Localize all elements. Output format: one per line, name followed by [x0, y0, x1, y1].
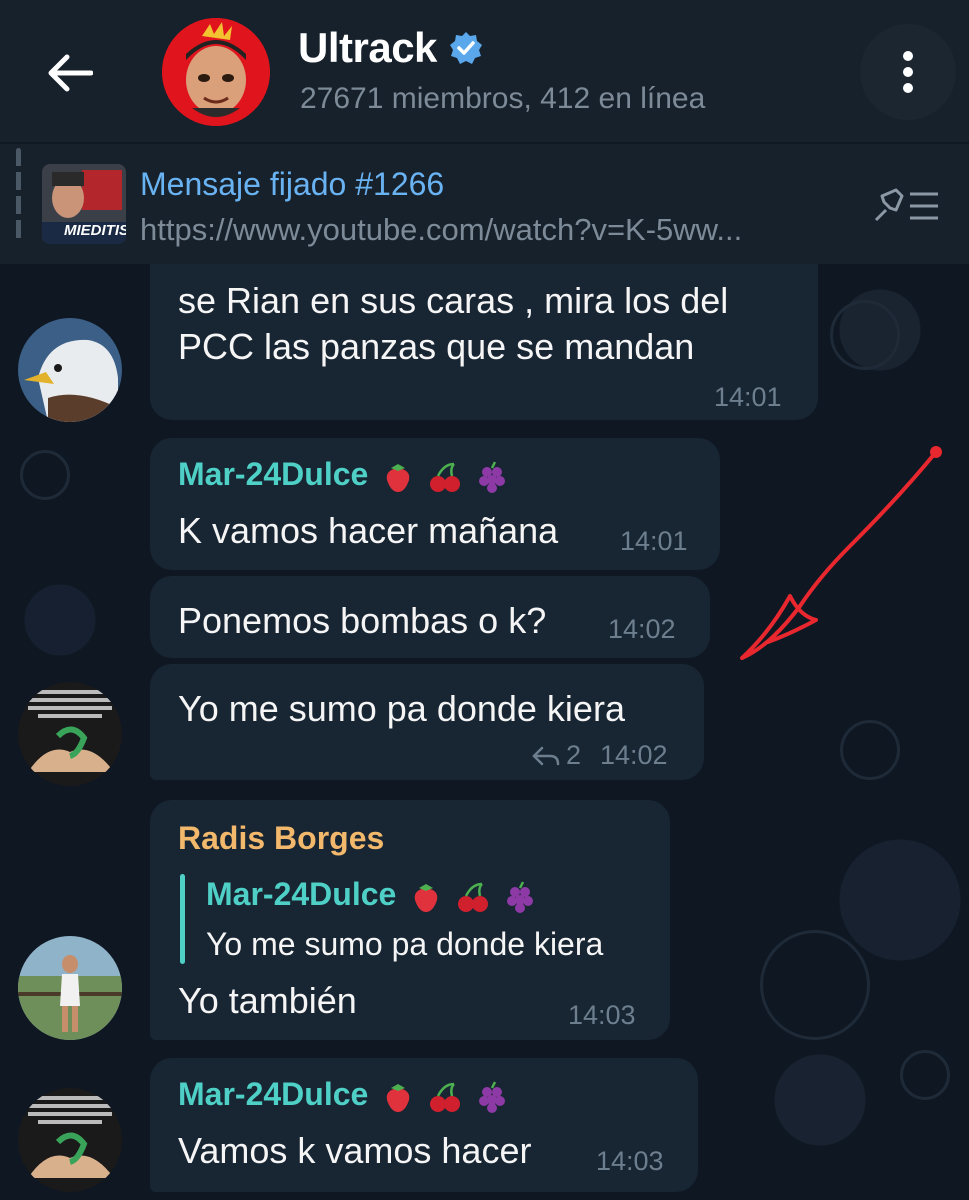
grapes-icon — [506, 880, 533, 913]
message-time: 14:03 — [568, 1000, 636, 1030]
message-time: 14:02 — [608, 614, 676, 644]
back-button[interactable] — [30, 38, 110, 108]
sender-name[interactable]: Radis Borges — [178, 820, 384, 857]
pinned-thumbnail-label: MIEDITIS — [64, 222, 126, 239]
sender-name[interactable]: Mar-24Dulce — [178, 456, 509, 494]
message-time: 14:02 — [600, 740, 668, 770]
more-options-button[interactable] — [860, 24, 956, 120]
message-text: K vamos hacer mañana — [178, 510, 559, 551]
strawberry-icon — [386, 1083, 410, 1112]
message-time: 14:01 — [714, 382, 782, 412]
avatar[interactable] — [18, 1088, 122, 1192]
cherries-icon — [430, 1082, 461, 1112]
channel-avatar[interactable] — [162, 18, 270, 126]
message-text: Vamos k vamos hacer — [178, 1130, 532, 1171]
pinned-url: https://www.youtube.com/watch?v=K-5ww... — [140, 212, 743, 247]
verified-badge-icon — [449, 32, 482, 64]
message-text: se Rian en sus caras , mira los del — [178, 280, 729, 321]
message-time: 14:03 — [596, 1146, 664, 1176]
chat-title[interactable]: Ultrack — [298, 24, 483, 72]
grapes-icon — [478, 460, 505, 493]
back-arrow-icon — [48, 54, 93, 92]
pinned-title: Mensaje fijado #1266 — [140, 166, 445, 202]
chat-title-text: Ultrack — [298, 24, 437, 71]
avatar[interactable] — [18, 936, 122, 1040]
chat-subtitle: 27671 miembros, 412 en línea — [300, 82, 706, 115]
message-text: Yo también — [178, 980, 357, 1021]
strawberry-icon — [414, 883, 438, 912]
cherries-icon — [458, 882, 489, 912]
strawberry-icon — [386, 463, 410, 492]
more-vert-icon — [903, 51, 913, 93]
reply-count[interactable]: 2 — [532, 740, 581, 771]
reply-quote-bar — [180, 874, 185, 964]
annotation-arrow-icon — [740, 446, 942, 660]
reply-sender-name[interactable]: Mar-24Dulce — [206, 876, 537, 914]
avatar[interactable] — [18, 682, 122, 786]
pinned-thumbnail: MIEDITIS — [42, 164, 126, 244]
avatar[interactable] — [18, 318, 122, 422]
message-text: PCC las panzas que se mandan — [178, 326, 695, 367]
pinned-list-icon[interactable] — [872, 186, 942, 226]
message-text: Ponemos bombas o k? — [178, 600, 547, 641]
pinned-indicator — [16, 148, 21, 240]
reply-icon — [532, 746, 560, 765]
cherries-icon — [430, 462, 461, 492]
sender-name[interactable]: Mar-24Dulce — [178, 1076, 509, 1114]
grapes-icon — [478, 1080, 505, 1113]
reply-quote-text: Yo me sumo pa donde kiera — [206, 926, 604, 962]
chat-header: Ultrack 27671 miembros, 412 en línea — [0, 0, 969, 142]
message-text: Yo me sumo pa donde kiera — [178, 688, 625, 729]
message-time: 14:01 — [620, 526, 688, 556]
